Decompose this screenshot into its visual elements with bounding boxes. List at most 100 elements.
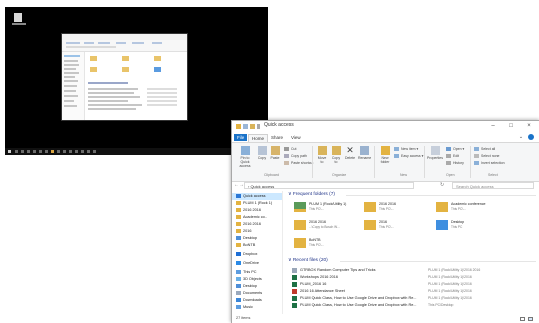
tab-share[interactable]: Share <box>268 134 286 141</box>
taskbar-app-icon[interactable] <box>45 150 48 153</box>
recent-file-row[interactable]: 2016 16 Attendance Sheet PLUM 1 (Rock/Ut… <box>292 288 539 295</box>
taskbar-app-icon[interactable] <box>21 150 24 153</box>
move-to-button[interactable]: Move to <box>316 146 328 164</box>
chevron-down-icon[interactable]: ⌄ <box>516 133 526 141</box>
tab-view[interactable]: View <box>288 134 304 141</box>
taskbar-app-icon[interactable] <box>33 150 36 153</box>
taskbar-app-icon[interactable] <box>57 150 60 153</box>
nav-item-desktop[interactable]: Desktop <box>236 283 282 290</box>
nav-item[interactable]: Academic co.. <box>236 214 282 221</box>
desktop-folder-tile[interactable]: Desktop This PC <box>436 219 502 237</box>
recent-file-row[interactable]: GTRBOX Random Computer Tips and Tricks P… <box>292 267 539 274</box>
ribbon-separator <box>470 146 471 178</box>
file-explorer-taskbar-icon[interactable] <box>51 150 54 153</box>
taskbar-app-icon[interactable] <box>75 150 78 153</box>
open-button[interactable]: Open ▾ <box>446 147 464 152</box>
paste-shortcut-button[interactable]: Paste shortcut <box>284 161 313 166</box>
taskbar-app-icon[interactable] <box>27 150 30 153</box>
new-item-icon <box>394 147 399 152</box>
folder-tile[interactable]: 2016 This PC\... <box>364 219 430 237</box>
folder-icon <box>436 202 448 212</box>
close-button[interactable]: × <box>522 121 536 131</box>
nav-item[interactable]: 2016 <box>236 228 282 235</box>
excel-icon <box>292 296 297 301</box>
delete-button[interactable]: ✕ Delete <box>344 146 356 161</box>
folder-tile[interactable]: 2016 2016 This PC\... <box>364 201 430 219</box>
folder-tile[interactable]: PLUM 1 (Rock/Utility 1) This PC\... <box>294 201 360 219</box>
help-icon[interactable] <box>528 134 534 140</box>
taskbar <box>5 148 268 155</box>
nav-item-quick-access[interactable]: Quick access <box>232 193 282 200</box>
copy-path-button[interactable]: Copy path <box>284 154 307 159</box>
address-bar[interactable]: › Quick access <box>244 182 414 189</box>
nav-item-downloads[interactable]: Downloads <box>236 297 282 304</box>
history-button[interactable]: History <box>446 161 464 166</box>
nav-item[interactable]: 2016 2016 <box>236 207 282 214</box>
taskbar-app-icon[interactable] <box>63 150 66 153</box>
new-folder-button[interactable]: New folder <box>378 146 392 164</box>
recycle-bin-icon[interactable] <box>12 13 26 25</box>
folder-tile[interactable]: Academic conference This PC\... <box>436 201 502 219</box>
large-icons-view-icon[interactable] <box>528 317 533 321</box>
folder-tile[interactable]: 2016 2016 ...\Copy to Bosch W... <box>294 219 360 237</box>
history-icon <box>446 161 451 166</box>
frequent-folders-heading[interactable]: ∨ Frequent folders (7) <box>288 192 335 197</box>
properties-button[interactable]: Properties <box>427 146 443 160</box>
nav-item[interactable]: BoNTB <box>236 242 282 249</box>
maximize-button[interactable]: □ <box>504 121 518 131</box>
copy-button[interactable]: Copy <box>256 146 268 160</box>
new-item-button[interactable]: New item ▾ <box>394 147 418 152</box>
select-none-button[interactable]: Select none <box>474 154 500 159</box>
nav-item-music[interactable]: Music <box>236 304 282 311</box>
nav-item-onedrive[interactable]: OneDrive <box>236 260 282 267</box>
content-pane: ∨ Frequent folders (7) PLUM 1 (Rock/Util… <box>284 191 539 314</box>
excel-icon <box>292 282 297 287</box>
easy-access-button[interactable]: Easy access ▾ <box>394 154 423 159</box>
nav-item[interactable]: 2016 2016 <box>236 221 282 228</box>
new-folder-icon <box>380 146 390 155</box>
start-icon[interactable] <box>8 150 11 153</box>
edit-button[interactable]: Edit <box>446 154 459 159</box>
folder-tile[interactable]: BoNTB This PC\... <box>294 237 360 255</box>
taskbar-app-icon[interactable] <box>87 150 90 153</box>
invert-selection-button[interactable]: Invert selection <box>474 161 505 166</box>
taskbar-app-icon[interactable] <box>81 150 84 153</box>
desktop-icon <box>436 220 448 230</box>
pin-to-quick-access-button[interactable]: Pin to Quick access <box>236 146 254 168</box>
nav-item-desktop[interactable]: Desktop <box>236 235 282 242</box>
select-all-button[interactable]: Select all <box>474 147 495 152</box>
nav-item-3d-objects[interactable]: 3D Objects <box>236 276 282 283</box>
taskbar-app-icon[interactable] <box>15 150 18 153</box>
new-folder-quick-icon[interactable] <box>250 124 255 129</box>
recent-file-row[interactable]: Workshops 2016 2016 PLUM 1 (Rock/Utility… <box>292 274 539 281</box>
nav-item-this-pc[interactable]: This PC <box>236 269 282 276</box>
cube-icon <box>236 277 241 281</box>
tab-file[interactable]: File <box>234 134 248 141</box>
group-label-select: Select <box>488 173 498 177</box>
minimize-button[interactable]: – <box>486 121 500 131</box>
recent-file-row[interactable]: PLUM Quick Class, How to Use Google Driv… <box>292 302 539 309</box>
nav-item-dropbox[interactable]: Dropbox <box>236 251 282 258</box>
paste-button[interactable]: Paste <box>269 146 281 160</box>
taskbar-app-icon[interactable] <box>39 150 42 153</box>
properties-quick-icon[interactable] <box>243 124 248 129</box>
tab-home[interactable]: Home <box>248 134 269 142</box>
ribbon: Pin to Quick access Copy Paste Cut Copy … <box>232 142 539 182</box>
recent-files-heading[interactable]: ∨ Recent files (20) <box>288 258 328 263</box>
taskbar-app-icon[interactable] <box>93 150 96 153</box>
chevron-down-icon[interactable] <box>257 124 260 129</box>
taskbar-app-icon[interactable] <box>69 150 72 153</box>
scissors-icon <box>284 147 289 152</box>
nav-item[interactable]: PLUM 1 (Rock 1) <box>236 200 282 207</box>
rename-button[interactable]: Rename <box>358 146 371 160</box>
refresh-icon[interactable]: ↻ <box>440 182 444 188</box>
search-input[interactable]: Search Quick access <box>452 182 534 189</box>
recent-file-row[interactable]: PLUM_2016 16 PLUM 1 (Rock/Utility 1)\201… <box>292 281 539 288</box>
copy-to-button[interactable]: Copy to <box>330 146 342 164</box>
nav-item-documents[interactable]: Documents <box>236 290 282 297</box>
cut-button[interactable]: Cut <box>284 147 296 152</box>
desktop-icon <box>236 284 241 288</box>
recent-file-row[interactable]: PLUM Quick Class, How to Use Google Driv… <box>292 295 539 302</box>
music-icon <box>236 305 241 309</box>
details-view-icon[interactable] <box>520 317 525 321</box>
